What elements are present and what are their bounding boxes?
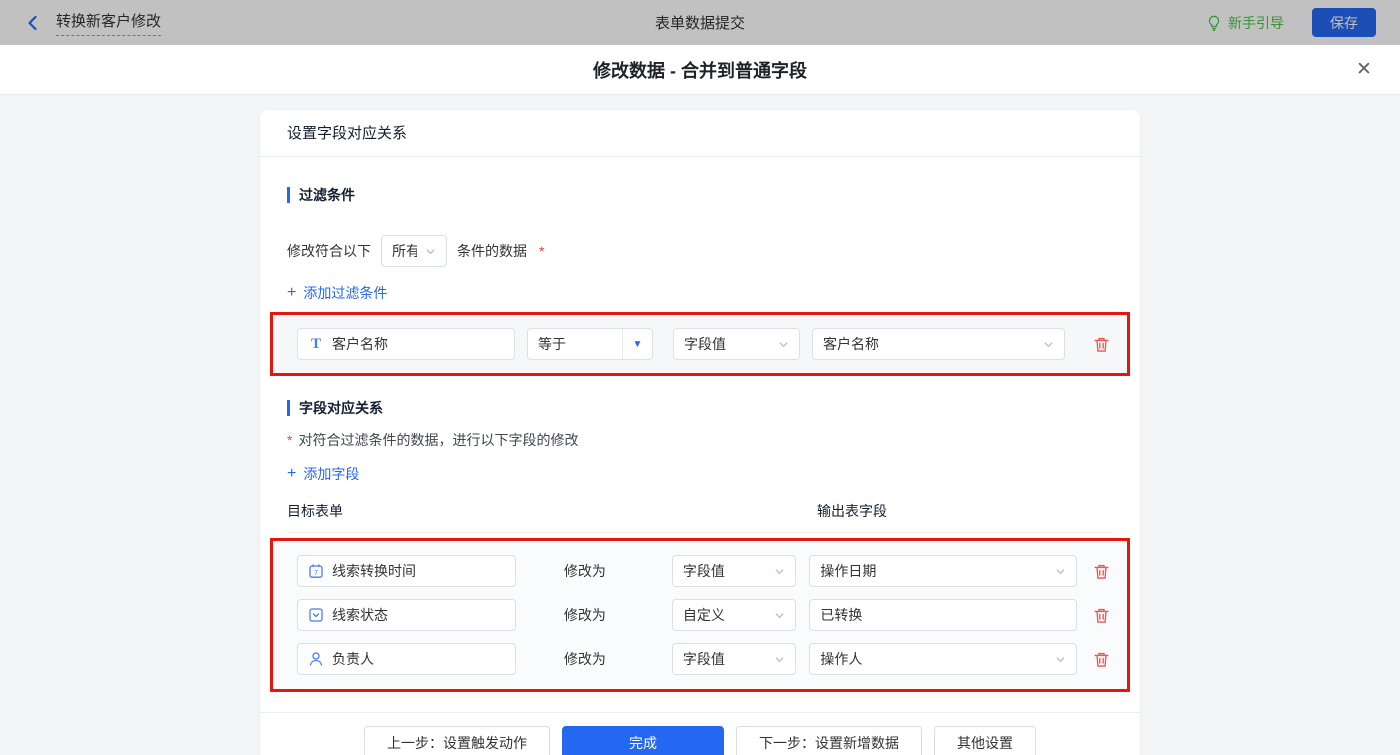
match-mode-select[interactable]: 所有 [381,235,447,267]
top-bar: 转换新客户修改 表单数据提交 新手引导 保存 [0,0,1400,45]
footer-buttons: 上一步：设置触发动作 完成 下一步：设置新增数据 其他设置 [260,713,1140,755]
delete-trash-icon[interactable] [1091,334,1111,354]
target-field-value: 负责人 [332,651,374,667]
filter-value: 客户名称 [823,336,879,352]
value-type-select[interactable]: 字段值 [671,643,797,675]
custom-value: 已转换 [820,607,863,623]
caret-down-icon[interactable]: ▼ [622,329,652,359]
page-title: 表单数据提交 [654,15,745,32]
target-field-input[interactable]: 7 线索转换时间 [297,555,516,587]
condition-suffix: 条件的数据 [457,243,527,259]
chevron-down-icon [1055,566,1066,577]
output-field-value: 操作人 [820,651,863,667]
operator-value: 等于 [538,336,566,352]
condition-line: 修改符合以下 所有 条件的数据 * [287,235,1140,267]
value-type-select[interactable]: 字段值 [673,328,800,360]
annotation-box-filter: T 客户名称 等于 ▼ 字段值 客户名称 [270,312,1130,376]
value-type-select[interactable]: 自定义 [671,599,797,631]
chevron-down-icon [425,246,436,257]
delete-trash-icon[interactable] [1091,605,1111,625]
settings-card: 设置字段对应关系 过滤条件 修改符合以下 所有 条件的数据 * + 添加过滤条件… [260,110,1140,755]
svg-text:7: 7 [314,568,318,577]
mapping-columns-header: 目标表单 输出表字段 [287,501,1113,521]
column-header-target-form: 目标表单 [287,503,343,519]
chevron-down-icon [774,654,785,665]
chevron-down-icon [774,610,785,621]
required-asterisk: * [539,243,545,259]
next-step-button[interactable]: 下一步：设置新增数据 [736,726,922,755]
value-type-select[interactable]: 字段值 [671,555,797,587]
annotation-box-mapping: 7 线索转换时间 修改为 字段值 操作日期 线索状态 修改为 自定义 已转换 负… [270,538,1130,692]
value-type-value: 自定义 [682,607,725,623]
close-icon[interactable]: ✕ [1352,58,1376,82]
target-field-value: 线索转换时间 [332,563,416,579]
output-field-select[interactable]: 操作人 [809,643,1077,675]
save-button[interactable]: 保存 [1312,8,1376,37]
beginner-guide-link[interactable]: 新手引导 [1206,13,1284,33]
dialog-title-bar: 修改数据 - 合并到普通字段 ✕ [0,45,1400,95]
dialog-title: 修改数据 - 合并到普通字段 [593,60,807,81]
value-type-value: 字段值 [682,563,725,579]
plus-icon: + [287,284,297,301]
card-title: 设置字段对应关系 [260,110,1140,157]
section-title-mapping: 字段对应关系 [287,400,1140,416]
mapping-row: 线索状态 修改为 自定义 已转换 [297,599,1111,631]
delete-trash-icon[interactable] [1091,649,1111,669]
lightbulb-icon [1206,15,1222,31]
prev-step-button[interactable]: 上一步：设置触发动作 [364,726,550,755]
value-type-value: 字段值 [684,336,726,352]
chevron-down-icon [1055,654,1066,665]
add-filter-condition-link[interactable]: + 添加过滤条件 [287,283,387,303]
condition-prefix: 修改符合以下 [287,243,371,259]
target-field-input[interactable]: 负责人 [297,643,516,675]
select-field-icon [308,607,324,623]
add-field-link[interactable]: + 添加字段 [287,464,359,484]
chevron-down-icon [774,566,785,577]
output-field-value: 操作日期 [820,563,877,579]
filter-field-input[interactable]: T 客户名称 [297,328,515,360]
plus-icon: + [287,465,297,482]
section-title-filter: 过滤条件 [287,187,1140,203]
modify-data-dialog: 修改数据 - 合并到普通字段 ✕ 设置字段对应关系 过滤条件 修改符合以下 所有… [0,45,1400,755]
user-icon [308,651,324,667]
target-field-input[interactable]: 线索状态 [297,599,516,631]
column-header-output-field: 输出表字段 [817,503,887,519]
modify-to-label: 修改为 [563,563,606,579]
match-mode-value: 所有 [392,243,417,259]
delete-trash-icon[interactable] [1091,561,1111,581]
mapping-row: 7 线索转换时间 修改为 字段值 操作日期 [297,555,1111,587]
mapping-description: 对符合过滤条件的数据，进行以下字段的修改 [298,432,579,448]
add-filter-condition-label: 添加过滤条件 [303,285,388,301]
custom-value-input[interactable]: 已转换 [809,599,1077,631]
columns-divider [287,532,1113,533]
mapping-description-line: * 对符合过滤条件的数据，进行以下字段的修改 [287,430,1140,450]
operator-select[interactable]: 等于 ▼ [527,328,653,360]
calendar-icon: 7 [308,563,324,579]
chevron-down-icon [1043,339,1054,350]
modify-to-label: 修改为 [563,651,606,667]
filter-value-select[interactable]: 客户名称 [812,328,1065,360]
mapping-rows: 7 线索转换时间 修改为 字段值 操作日期 线索状态 修改为 自定义 已转换 负… [273,541,1127,689]
other-settings-button[interactable]: 其他设置 [934,726,1036,755]
chevron-down-icon [778,339,789,350]
beginner-guide-label: 新手引导 [1228,14,1284,31]
done-button[interactable]: 完成 [562,726,724,755]
modify-to-label: 修改为 [563,607,606,623]
filter-condition-row: T 客户名称 等于 ▼ 字段值 客户名称 [273,315,1127,373]
required-asterisk: * [287,432,293,448]
add-field-label: 添加字段 [303,466,360,482]
value-type-value: 字段值 [682,651,725,667]
filter-field-value: 客户名称 [332,336,388,352]
mapping-row: 负责人 修改为 字段值 操作人 [297,643,1111,675]
output-field-select[interactable]: 操作日期 [809,555,1077,587]
target-field-value: 线索状态 [332,607,388,623]
text-field-icon: T [310,336,321,352]
